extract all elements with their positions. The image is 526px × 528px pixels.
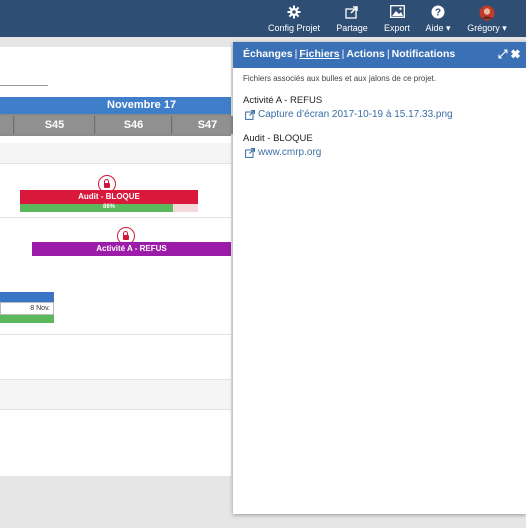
week-cell: S46: [96, 116, 172, 134]
task-bar-blue[interactable]: [0, 292, 54, 302]
file-group-title: Activité A - REFUS: [243, 95, 323, 106]
file-group-title: Audit - BLOQUE: [243, 133, 313, 144]
image-icon: [380, 5, 414, 21]
row-divider: [0, 379, 231, 380]
progress-bar: 86%: [20, 204, 198, 212]
row-band: [0, 143, 231, 163]
close-icon[interactable]: ✖: [511, 47, 520, 61]
user-menu[interactable]: Grégory ▾: [462, 2, 512, 36]
task-bar-label: Audit - BLOQUE: [78, 192, 140, 201]
share-label: Partage: [336, 23, 368, 33]
task-bar-activite-a[interactable]: Activité A - REFUS: [32, 242, 231, 256]
task-bar-label: Activité A - REFUS: [96, 244, 167, 253]
help-menu[interactable]: ? Aide ▾: [420, 2, 456, 36]
month-label: Novembre 17: [107, 99, 177, 111]
tab-echanges[interactable]: Échanges: [243, 48, 293, 60]
tab-notifications[interactable]: Notifications: [392, 48, 456, 60]
row-band: [0, 379, 231, 409]
week-cell: S45: [15, 116, 95, 134]
tab-actions[interactable]: Actions: [346, 48, 385, 60]
files-panel: Échanges | Fichiers | Actions | Notifications …: [233, 42, 526, 514]
gear-icon: [268, 5, 320, 21]
question-icon: ?: [420, 5, 456, 21]
panel-header: Échanges | Fichiers | Actions | Notifications …: [233, 42, 526, 68]
gantt-area: Novembre 17 S45 S46 S47 Audit - BLOQUE 8…: [0, 47, 243, 476]
external-link-icon: [245, 148, 255, 158]
file-link[interactable]: Capture d’écran 2017-10-19 à 15.17.33.pn…: [245, 109, 453, 120]
external-link-icon: [245, 110, 255, 120]
task-bar-audit[interactable]: Audit - BLOQUE: [20, 190, 198, 204]
help-label: Aide ▾: [425, 23, 451, 33]
top-navbar: Config Projet Partage Export ? Aide ▾ Gr…: [0, 0, 526, 37]
row-divider: [0, 409, 231, 410]
row-divider: [0, 334, 231, 335]
file-link-label: www.cmrp.org: [258, 147, 322, 158]
divider: [0, 85, 48, 86]
config-project-button[interactable]: Config Projet: [268, 2, 320, 36]
week-header: S45 S46 S47: [0, 114, 243, 136]
progress-label: 86%: [102, 204, 115, 210]
month-header: Novembre 17: [0, 97, 231, 114]
export-label: Export: [383, 23, 410, 33]
progress-fill: [0, 315, 54, 323]
share-icon: [332, 5, 372, 21]
avatar: [462, 5, 512, 21]
export-button[interactable]: Export: [380, 2, 414, 36]
row-divider: [0, 163, 231, 164]
panel-description: Fichiers associés aux bulles et aux jalo…: [243, 74, 436, 83]
user-label: Grégory ▾: [467, 23, 507, 33]
share-button[interactable]: Partage: [332, 2, 372, 36]
expand-icon[interactable]: ⤢: [498, 47, 508, 61]
week-cell: [0, 116, 14, 134]
config-project-label: Config Projet: [268, 23, 321, 33]
file-link[interactable]: www.cmrp.org: [245, 147, 322, 158]
date-label: 8 Nov.: [0, 302, 54, 315]
tab-fichiers[interactable]: Fichiers: [299, 48, 339, 60]
file-link-label: Capture d’écran 2017-10-19 à 15.17.33.pn…: [258, 109, 453, 120]
svg-text:?: ?: [435, 8, 441, 19]
